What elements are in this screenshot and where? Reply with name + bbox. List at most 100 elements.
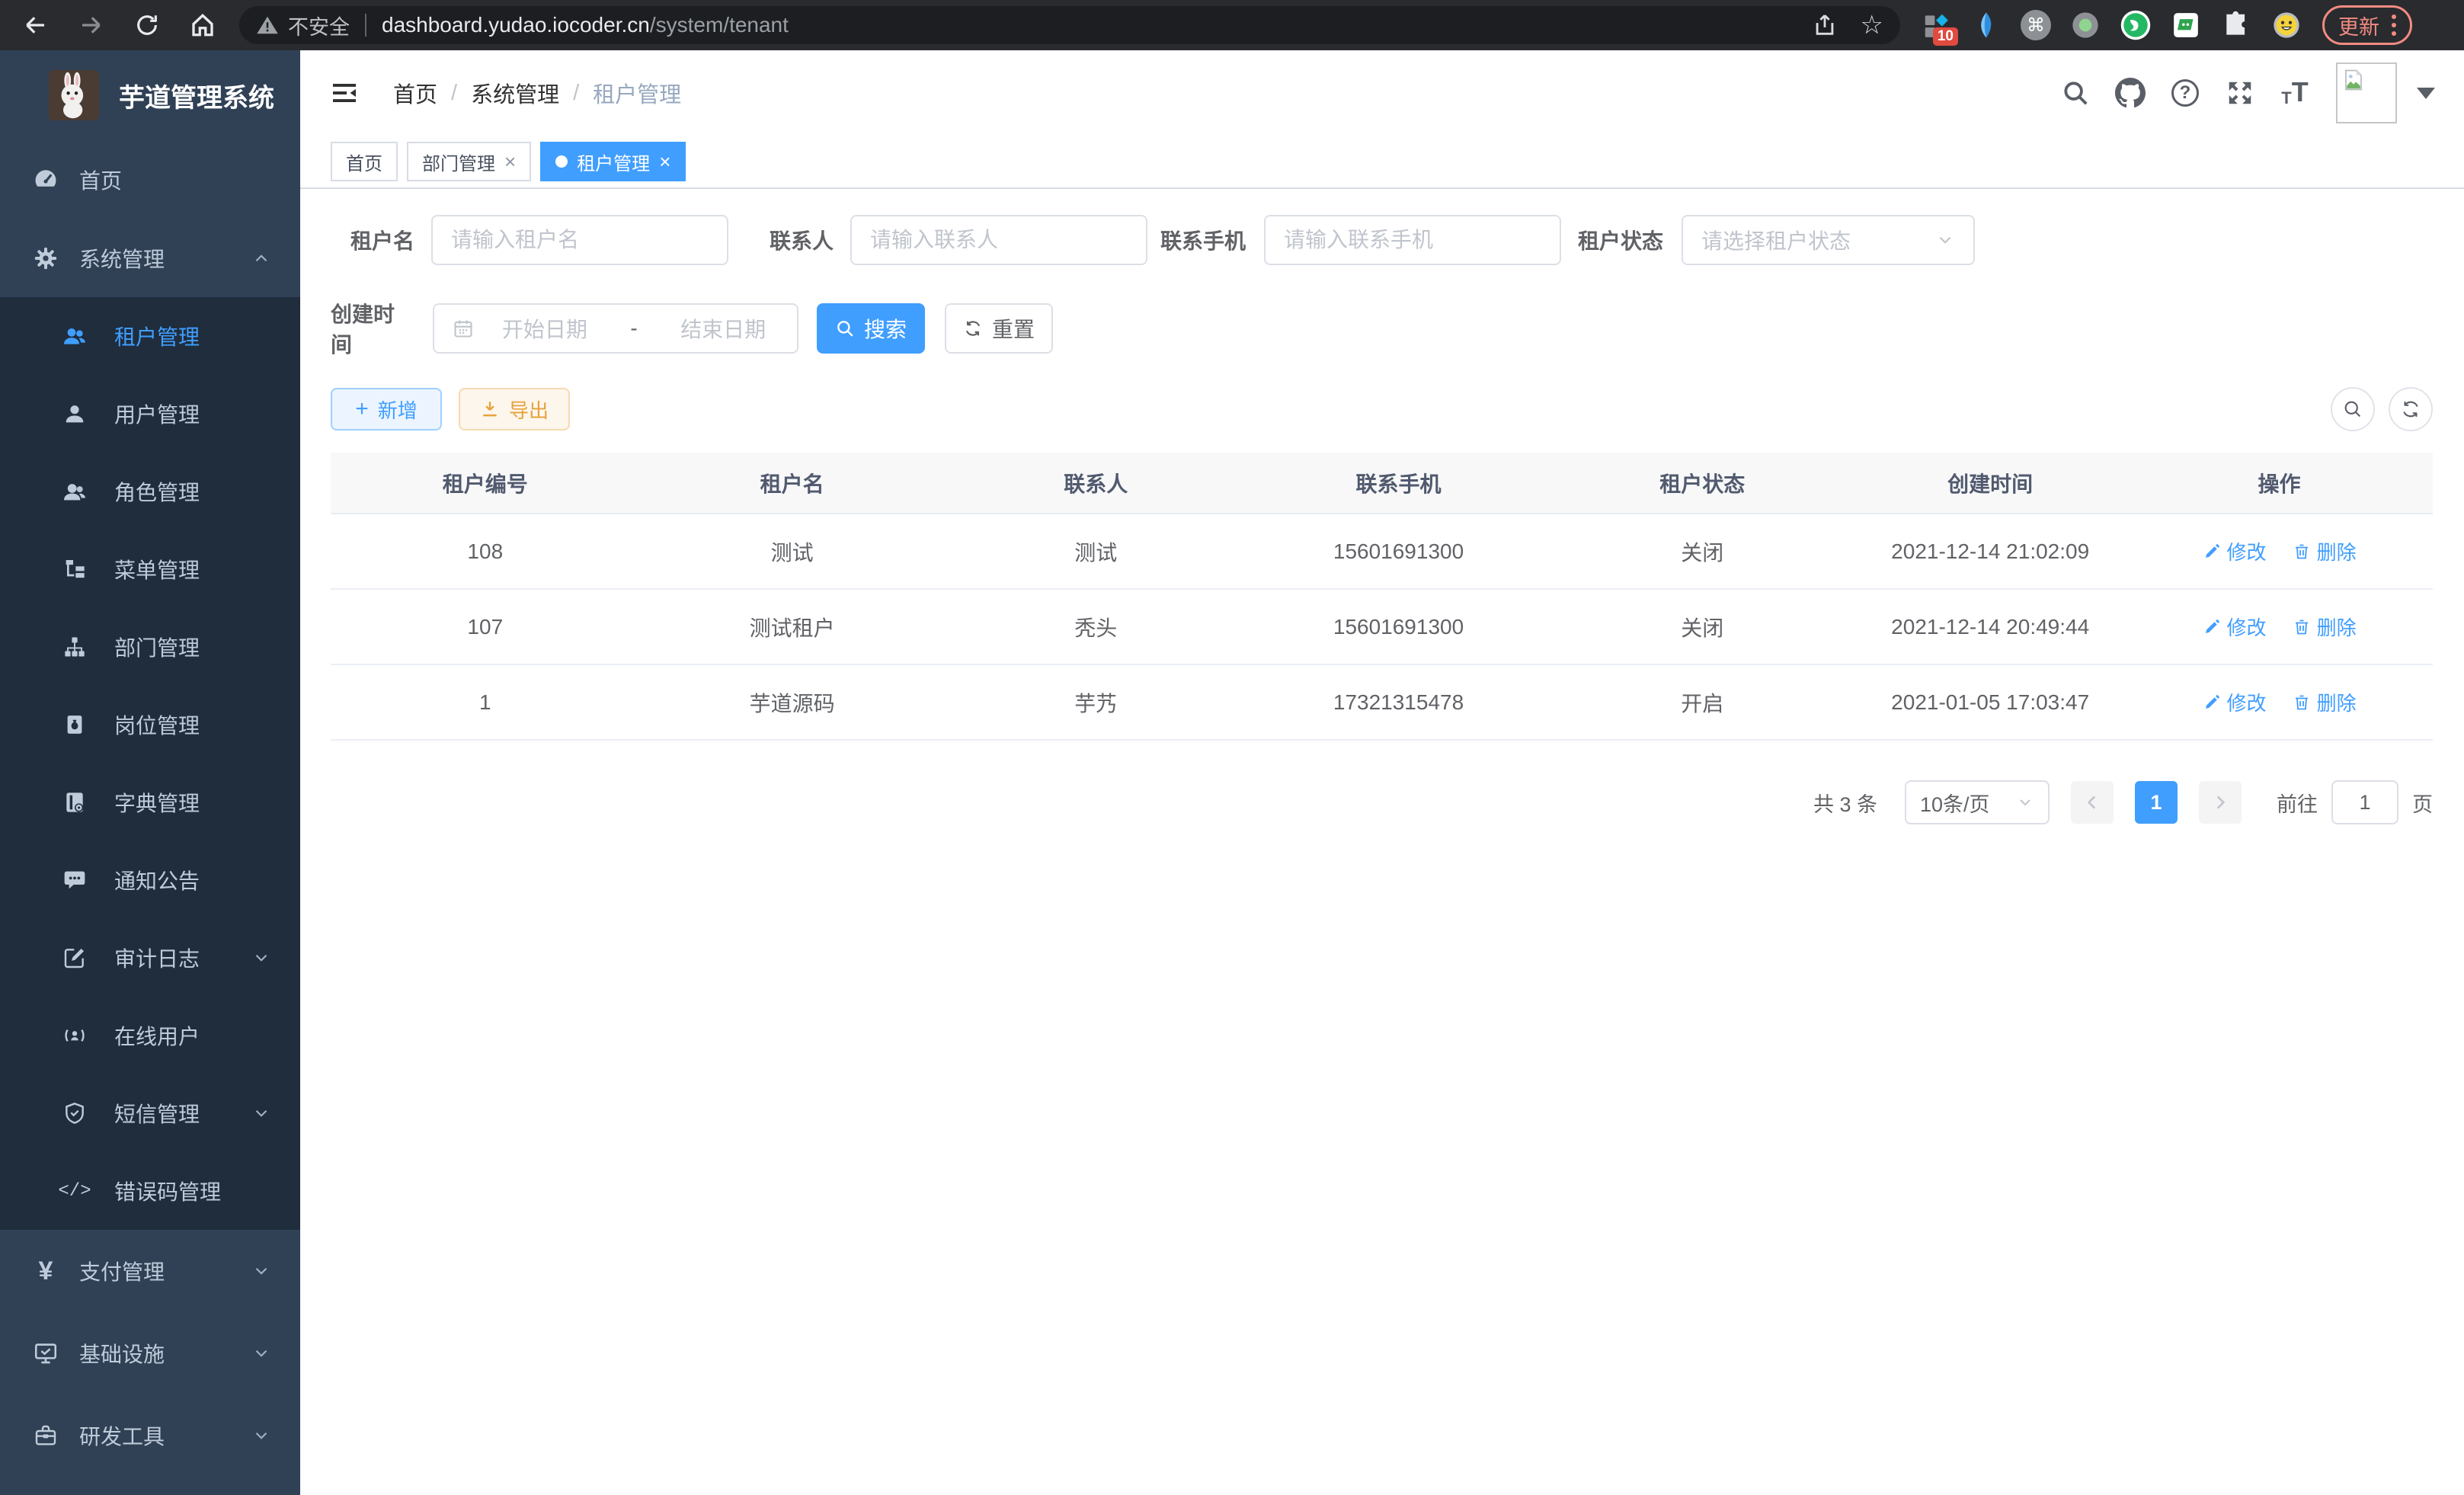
tab-dept[interactable]: 部门管理 × <box>407 142 531 181</box>
sidebar-item-label: 系统管理 <box>79 243 165 274</box>
refresh-table-button[interactable] <box>2389 387 2433 431</box>
sidebar-item-notice[interactable]: 通知公告 <box>0 841 300 919</box>
extension-icon-puzzle[interactable] <box>2220 9 2252 41</box>
page-unit-label: 页 <box>2412 788 2433 818</box>
edit-link[interactable]: 修改 <box>2203 613 2267 641</box>
reset-button[interactable]: 重置 <box>945 303 1053 354</box>
extension-icon-balloon[interactable] <box>1970 9 2002 41</box>
status-select[interactable]: 请选择租户状态 <box>1682 215 1975 265</box>
sidebar-item-role[interactable]: 角色管理 <box>0 453 300 530</box>
tab-label: 部门管理 <box>422 149 495 175</box>
cell-created: 2021-01-05 17:03:47 <box>1854 664 2126 740</box>
browser-update-button[interactable]: 更新 <box>2322 5 2412 45</box>
page-size-select[interactable]: 10条/页 <box>1905 780 2050 824</box>
sidebar-item-home[interactable]: 首页 <box>0 140 300 219</box>
avatar[interactable] <box>2336 62 2397 123</box>
date-range-picker[interactable]: 开始日期 - 结束日期 <box>433 303 798 354</box>
browser-home-icon[interactable] <box>189 11 216 39</box>
security-warning-icon[interactable] <box>256 14 279 37</box>
sidebar-item-sms[interactable]: 短信管理 <box>0 1074 300 1152</box>
bookmark-star-icon[interactable]: ☆ <box>1861 10 1883 40</box>
chevron-down-icon <box>251 948 271 968</box>
sidebar-item-label: 首页 <box>79 165 122 195</box>
sidebar-item-post[interactable]: 岗位管理 <box>0 686 300 764</box>
edit-link[interactable]: 修改 <box>2203 537 2267 565</box>
avatar-caret-icon[interactable] <box>2417 88 2435 99</box>
status-placeholder: 请选择租户状态 <box>1701 225 1851 255</box>
sidebar-item-tenant[interactable]: 租户管理 <box>0 297 300 375</box>
sidebar-item-system[interactable]: 系统管理 <box>0 219 300 297</box>
sidebar-item-label: 角色管理 <box>114 476 200 507</box>
user-icon <box>61 400 88 427</box>
pagination: 共 3 条 10条/页 1 前往 页 <box>331 780 2433 824</box>
sidebar-item-infra[interactable]: 基础设施 <box>0 1312 300 1394</box>
goto-label: 前往 <box>2277 788 2318 818</box>
sidebar-item-label: 租户管理 <box>114 321 200 351</box>
sidebar-item-audit-log[interactable]: 审计日志 <box>0 919 300 997</box>
sidebar-item-label: 通知公告 <box>114 865 200 895</box>
font-size-icon[interactable]: TT <box>2280 78 2310 108</box>
share-icon[interactable] <box>1812 12 1838 38</box>
col-mobile: 联系手机 <box>1247 453 1550 514</box>
browser-reload-icon[interactable] <box>134 12 160 38</box>
sidebar-item-user[interactable]: 用户管理 <box>0 375 300 453</box>
mobile-input[interactable] <box>1284 228 1541 252</box>
sidebar-item-dev-tools[interactable]: 研发工具 <box>0 1394 300 1477</box>
extension-icon-chat[interactable] <box>2170 9 2202 41</box>
sidebar-item-dept[interactable]: 部门管理 <box>0 608 300 686</box>
calendar-icon <box>453 318 474 339</box>
browser-menu-icon[interactable] <box>2392 14 2396 36</box>
col-created: 创建时间 <box>1854 453 2126 514</box>
fullscreen-icon[interactable] <box>2225 78 2255 108</box>
help-icon[interactable]: ? <box>2170 78 2200 108</box>
tab-home[interactable]: 首页 <box>331 142 398 181</box>
sidebar-item-label: 在线用户 <box>114 1020 200 1051</box>
sidebar-collapse-icon[interactable] <box>329 79 360 107</box>
breadcrumb-item[interactable]: 首页 <box>393 77 437 109</box>
browser-back-icon[interactable] <box>21 11 49 39</box>
goto-page-input[interactable] <box>2331 780 2398 824</box>
breadcrumb-item[interactable]: 系统管理 <box>471 77 559 109</box>
extension-icon-record[interactable] <box>2069 9 2101 41</box>
browser-forward-icon[interactable] <box>78 11 105 39</box>
export-button[interactable]: 导出 <box>459 388 570 431</box>
extension-icon-emoji[interactable] <box>2270 9 2302 41</box>
address-bar[interactable]: 不安全 dashboard.yudao.iocoder.cn/system/te… <box>239 6 1900 44</box>
header-search-icon[interactable] <box>2060 78 2091 108</box>
add-button[interactable]: + 新增 <box>331 388 442 431</box>
sidebar-item-label: 研发工具 <box>79 1420 165 1451</box>
org-chart-icon <box>61 633 88 661</box>
next-page-button[interactable] <box>2199 781 2242 824</box>
sidebar-item-dict[interactable]: 字典管理 <box>0 764 300 841</box>
prev-page-button[interactable] <box>2071 781 2114 824</box>
extension-icon-yuque[interactable] <box>2120 9 2152 41</box>
sidebar-item-online-users[interactable]: 在线用户 <box>0 997 300 1074</box>
delete-link[interactable]: 删除 <box>2293 688 2357 716</box>
current-page[interactable]: 1 <box>2135 781 2178 824</box>
contact-input[interactable] <box>870 228 1128 252</box>
extension-icon-grid[interactable]: 10 <box>1920 9 1952 41</box>
tenant-name-input[interactable] <box>451 228 709 252</box>
search-icon <box>835 319 855 338</box>
delete-link[interactable]: 删除 <box>2293 613 2357 641</box>
briefcase-icon <box>32 1422 59 1449</box>
col-status: 租户状态 <box>1550 453 1854 514</box>
extension-icon-command[interactable]: ⌘ <box>2021 10 2051 40</box>
chevron-down-icon <box>251 1261 271 1281</box>
edit-link[interactable]: 修改 <box>2203 688 2267 716</box>
github-icon[interactable] <box>2115 78 2146 108</box>
cell-status: 关闭 <box>1550 514 1854 589</box>
sidebar-item-pay[interactable]: ¥ 支付管理 <box>0 1230 300 1312</box>
search-button[interactable]: 搜索 <box>817 303 925 354</box>
close-icon[interactable]: × <box>659 150 670 174</box>
date-separator: - <box>616 316 653 341</box>
tab-tenant[interactable]: 租户管理 × <box>540 142 686 181</box>
delete-link[interactable]: 删除 <box>2293 537 2357 565</box>
col-tenant-name: 租户名 <box>640 453 945 514</box>
close-icon[interactable]: × <box>504 150 516 174</box>
toggle-search-button[interactable] <box>2331 387 2375 431</box>
logo[interactable]: 芋道管理系统 <box>0 50 300 140</box>
sidebar-item-error-code[interactable]: </> 错误码管理 <box>0 1152 300 1230</box>
sidebar-item-menu[interactable]: 菜单管理 <box>0 530 300 608</box>
tab-label: 首页 <box>346 149 382 175</box>
